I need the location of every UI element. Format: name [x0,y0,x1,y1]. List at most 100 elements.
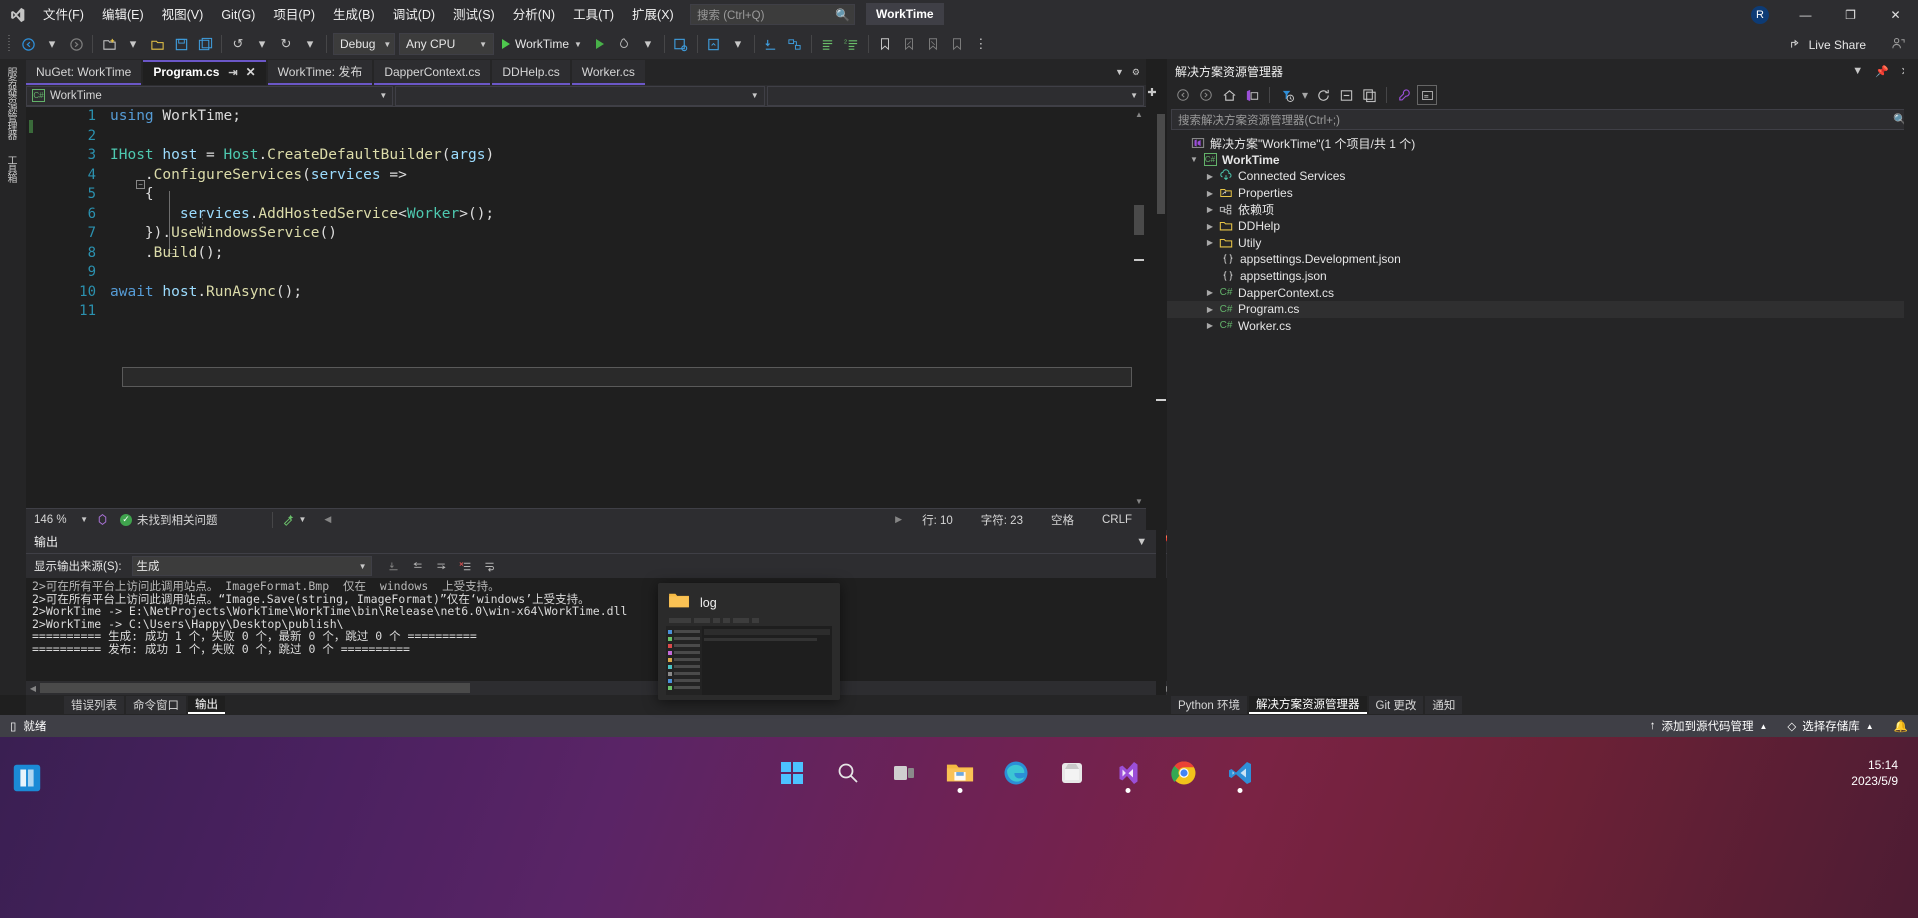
output-go-to-next-icon[interactable] [432,556,452,576]
tree-twisty[interactable]: ▶ [1203,205,1217,214]
pin-tab-icon[interactable]: ⇥ [228,66,237,79]
navbar-type-combo[interactable]: ▼ [395,85,765,106]
tree-twisty[interactable]: ▶ [1203,288,1217,297]
select-repository-button[interactable]: ◇ 选择存储库 ▲ [1787,718,1873,734]
tab-nuget-worktime[interactable]: NuGet: WorkTime [26,60,142,85]
preview-selected-items-icon[interactable] [1417,85,1437,105]
redo-dropdown-icon[interactable]: ▾ [298,32,322,56]
tree-twisty[interactable]: ▶ [1203,189,1217,198]
intellicode-icon[interactable] [92,513,112,526]
solution-platform-combo[interactable]: Any CPU ▼ [399,33,494,55]
tab-worktime-publish[interactable]: WorkTime: 发布 [267,60,373,85]
code-line[interactable]: 10 await host.RunAsync(); [38,283,1132,303]
live-preview-icon[interactable] [669,32,693,56]
output-text-body[interactable]: 2>可在所有平台上访问此调用站点。 ImageFormat.Bmp 仅在 win… [26,578,1176,673]
hot-reload-dropdown-icon[interactable]: ▾ [636,32,660,56]
new-project-icon[interactable] [97,32,121,56]
tree-item-solution[interactable]: 解决方案"WorkTime"(1 个项目/共 1 个) [1167,135,1918,152]
tree-item-dependencies[interactable]: ▶ 依赖项 [1167,201,1918,218]
next-bookmark-icon[interactable] [921,32,945,56]
solution-explorer-search-input[interactable]: 搜索解决方案资源管理器(Ctrl+;) 🔍 [1171,109,1914,130]
tree-item-connected-services[interactable]: ▶ Connected Services [1167,168,1918,185]
code-line[interactable]: 11 [38,302,1132,322]
refresh-icon[interactable] [1313,85,1333,105]
start-button-icon[interactable] [770,751,814,795]
menu-edit[interactable]: 编辑(E) [93,3,153,27]
tab-notifications[interactable]: 通知 [1425,696,1463,714]
tree-item-dappercontext-cs[interactable]: ▶ C# DapperContext.cs [1167,284,1918,301]
start-without-debugging-icon[interactable] [588,32,612,56]
taskbar-clock[interactable]: 15:14 2023/5/9 [1851,757,1898,789]
start-debugging-button[interactable]: WorkTime ▼ [496,32,588,56]
tab-solution-explorer[interactable]: 解决方案资源管理器 [1249,696,1367,714]
output-find-message-icon[interactable] [384,556,404,576]
sidebar-item-toolbox[interactable]: 工具箱 [0,147,21,190]
tree-item-appsettings-development-json[interactable]: appsettings.Development.json [1167,251,1918,268]
indentation-status[interactable]: 空格 [1037,512,1088,528]
output-clear-all-icon[interactable] [456,556,476,576]
editor-dock-splitter-scrollbar[interactable] [1156,59,1166,695]
global-search-box[interactable]: 搜索 (Ctrl+Q) 🔍 [690,4,855,25]
tree-item-properties[interactable]: ▶ Properties [1167,185,1918,202]
edge-browser-icon[interactable] [994,751,1038,795]
account-avatar[interactable]: R [1751,6,1769,24]
line-ending-status[interactable]: CRLF [1088,514,1146,526]
hot-reload-icon[interactable] [612,32,636,56]
tab-command-window[interactable]: 命令窗口 [126,696,186,714]
output-hscroll-left-icon[interactable]: ◀ [26,684,40,693]
add-to-source-control-button[interactable]: ↑ 添加到源代码管理 ▲ [1650,718,1768,734]
select-element-dropdown-icon[interactable]: ▾ [726,32,750,56]
properties-wrench-icon[interactable] [1394,85,1414,105]
tab-ddhelp-cs[interactable]: DDHelp.cs [492,60,570,85]
tab-worker-cs[interactable]: Worker.cs [571,60,645,85]
visual-studio-taskbar-icon[interactable] [1106,751,1150,795]
close-tab-icon[interactable]: ✕ [246,65,256,79]
solution-configuration-combo[interactable]: Debug ▼ [333,33,395,55]
notifications-bell-icon[interactable]: 🔔 [1894,719,1908,733]
tab-list-chevron-icon[interactable]: ▼ [1115,67,1124,77]
tab-python-environments[interactable]: Python 环境 [1171,696,1247,714]
menu-analyze[interactable]: 分析(N) [504,3,564,27]
tree-item-appsettings-json[interactable]: appsettings.json [1167,268,1918,285]
menu-git[interactable]: Git(G) [212,3,264,27]
sidebar-item-server-explorer[interactable]: 服务器资源管理器 [0,59,21,147]
redo-icon[interactable]: ↻ [274,32,298,56]
issues-indicator[interactable]: ✓ 未找到相关问题 [120,512,218,528]
output-panel-dropdown-icon[interactable]: ▼ [1136,536,1147,548]
code-line[interactable]: 6 services.AddHostedService<Worker>(); [38,205,1132,225]
tree-item-utily-folder[interactable]: ▶ Utily [1167,235,1918,252]
editor-vertical-scrollbar[interactable]: ▲ ▼ [1132,107,1146,508]
scroll-up-icon[interactable]: ▲ [1132,107,1146,121]
clear-bookmarks-icon[interactable] [945,32,969,56]
new-project-dropdown-icon[interactable]: ▾ [121,32,145,56]
close-button[interactable]: ✕ [1873,0,1918,30]
menu-test[interactable]: 测试(S) [444,3,504,27]
solution-explorer-pin-icon[interactable]: 📌 [1875,65,1889,78]
tree-item-ddhelp-folder[interactable]: ▶ DDHelp [1167,218,1918,235]
minimize-button[interactable]: — [1783,0,1828,30]
code-line[interactable]: 5 { [38,185,1132,205]
previous-bookmark-icon[interactable] [897,32,921,56]
menu-build[interactable]: 生成(B) [324,3,384,27]
tree-twisty-expanded[interactable]: ▼ [1187,155,1201,164]
menu-project[interactable]: 项目(P) [264,3,324,27]
toolbar-overflow-icon[interactable]: ⋮ [969,32,993,56]
code-map-icon[interactable] [783,32,807,56]
undo-icon[interactable]: ↺ [226,32,250,56]
tree-twisty[interactable]: ▶ [1203,222,1217,231]
code-line[interactable]: 3 IHost host = Host.CreateDefaultBuilder… [38,146,1132,166]
open-file-icon[interactable] [145,32,169,56]
code-line[interactable]: 7 }).UseWindowsService() [38,224,1132,244]
output-hscrollbar-thumb[interactable] [40,683,470,693]
step-into-icon[interactable] [759,32,783,56]
pending-changes-filter-icon[interactable] [1277,85,1297,105]
tree-twisty[interactable]: ▶ [1203,238,1217,247]
navigate-backward-dropdown-icon[interactable]: ▾ [40,32,64,56]
code-line[interactable]: 4 .ConfigureServices(services => [38,166,1132,186]
tab-error-list[interactable]: 错误列表 [64,696,124,714]
comment-lines-icon[interactable] [816,32,840,56]
solution-explorer-dropdown-icon[interactable]: ▼ [1852,65,1863,77]
task-view-icon[interactable] [882,751,926,795]
vscode-icon[interactable] [1218,751,1262,795]
uncomment-lines-icon[interactable]: 2 [840,32,864,56]
